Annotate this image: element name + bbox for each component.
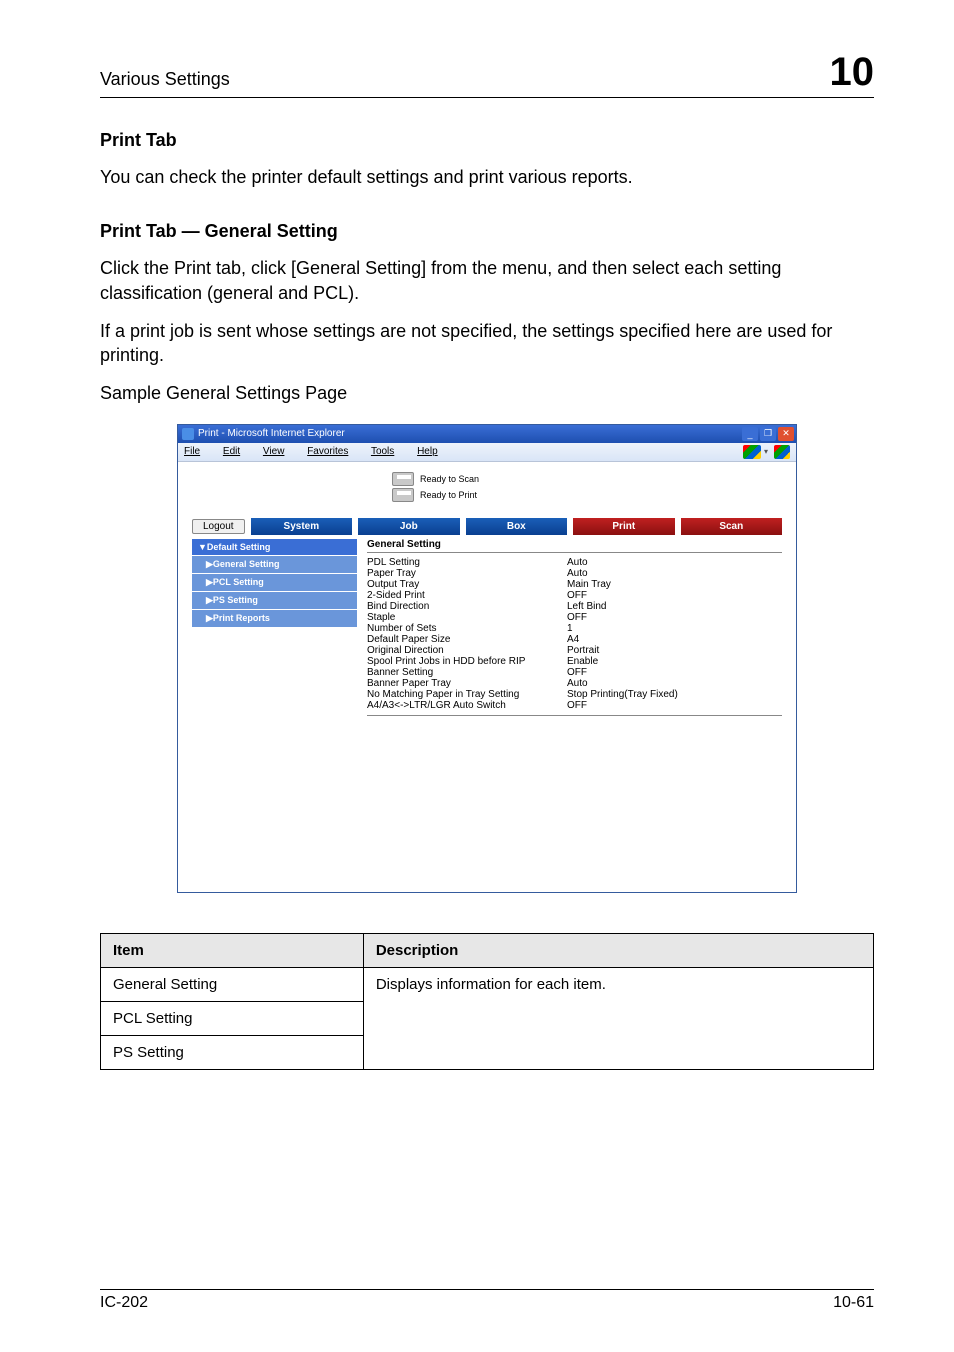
tab-print[interactable]: Print — [573, 518, 674, 535]
window-minimize-button[interactable]: _ — [742, 427, 758, 441]
label-paper-tray: Paper Tray — [367, 568, 567, 579]
label-pdl: PDL Setting — [367, 557, 567, 568]
label-output-tray: Output Tray — [367, 579, 567, 590]
value-paper-tray: Auto — [567, 568, 782, 579]
windows-flag-icon — [743, 445, 761, 459]
chapter-number: 10 — [830, 50, 875, 95]
printer-icon — [392, 488, 414, 502]
links-dropdown[interactable]: ▾ — [743, 445, 768, 459]
menubar: File Edit View Favorites Tools Help ▾ — [178, 443, 796, 462]
ie-icon — [182, 428, 194, 440]
menu-help[interactable]: Help — [417, 446, 448, 457]
value-staple: OFF — [567, 612, 782, 623]
text-general-p3: Sample General Settings Page — [100, 381, 874, 405]
label-2sided: 2-Sided Print — [367, 590, 567, 601]
cell-item-general: General Setting — [101, 967, 364, 1001]
sidebar-print-reports[interactable]: ▶Print Reports — [192, 610, 357, 627]
footer-left: IC-202 — [100, 1294, 148, 1312]
value-banner: OFF — [567, 667, 782, 678]
footer-right: 10-61 — [833, 1294, 874, 1312]
menu-favorites[interactable]: Favorites — [307, 446, 358, 457]
text-general-p1: Click the Print tab, click [General Sett… — [100, 256, 874, 305]
tab-system[interactable]: System — [251, 518, 352, 535]
label-numsets: Number of Sets — [367, 623, 567, 634]
label-defpaper: Default Paper Size — [367, 634, 567, 645]
value-numsets: 1 — [567, 623, 782, 634]
tab-scan[interactable]: Scan — [681, 518, 782, 535]
links-button[interactable] — [774, 445, 790, 459]
sidebar-general-setting[interactable]: ▶General Setting — [192, 556, 357, 573]
menu-file[interactable]: File — [184, 446, 210, 457]
sidebar-ps-setting[interactable]: ▶PS Setting — [192, 592, 357, 609]
value-2sided: OFF — [567, 590, 782, 601]
heading-print-tab: Print Tab — [100, 130, 874, 151]
value-autoswitch: OFF — [567, 700, 782, 711]
menu-view[interactable]: View — [263, 446, 295, 457]
page-header-title: Various Settings — [100, 69, 230, 90]
label-origdir: Original Direction — [367, 645, 567, 656]
cell-desc: Displays information for each item. — [363, 967, 873, 1069]
window-title: Print - Microsoft Internet Explorer — [198, 428, 345, 439]
window-close-button[interactable]: ✕ — [778, 427, 794, 441]
label-autoswitch: A4/A3<->LTR/LGR Auto Switch — [367, 700, 567, 711]
label-bind-dir: Bind Direction — [367, 601, 567, 612]
text-print-tab-body: You can check the printer default settin… — [100, 165, 874, 189]
sidebar-pcl-setting[interactable]: ▶PCL Setting — [192, 574, 357, 591]
value-pdl: Auto — [567, 557, 782, 568]
scanner-icon — [392, 472, 414, 486]
value-origdir: Portrait — [567, 645, 782, 656]
label-nomatch: No Matching Paper in Tray Setting — [367, 689, 567, 700]
menu-tools[interactable]: Tools — [371, 446, 404, 457]
status-ready-scan: Ready to Scan — [420, 474, 479, 484]
table-row: General Setting Displays information for… — [101, 967, 874, 1001]
value-spool: Enable — [567, 656, 782, 667]
heading-print-tab-general: Print Tab — General Setting — [100, 221, 874, 242]
cell-item-pcl: PCL Setting — [101, 1001, 364, 1035]
menu-edit[interactable]: Edit — [223, 446, 250, 457]
content-heading: General Setting — [367, 539, 782, 553]
screenshot-container: Print - Microsoft Internet Explorer _ ❐ … — [177, 424, 797, 893]
logout-button[interactable]: Logout — [192, 519, 245, 534]
tab-box[interactable]: Box — [466, 518, 567, 535]
sidebar-default-setting[interactable]: ▼Default Setting — [192, 539, 357, 555]
th-item: Item — [101, 933, 364, 967]
cell-item-ps: PS Setting — [101, 1035, 364, 1069]
label-banner: Banner Setting — [367, 667, 567, 678]
th-description: Description — [363, 933, 873, 967]
window-maximize-button[interactable]: ❐ — [760, 427, 776, 441]
tab-job[interactable]: Job — [358, 518, 459, 535]
value-output-tray: Main Tray — [567, 579, 782, 590]
value-defpaper: A4 — [567, 634, 782, 645]
label-spool: Spool Print Jobs in HDD before RIP — [367, 656, 567, 667]
label-banner-tray: Banner Paper Tray — [367, 678, 567, 689]
value-banner-tray: Auto — [567, 678, 782, 689]
value-nomatch: Stop Printing(Tray Fixed) — [567, 689, 782, 700]
label-staple: Staple — [367, 612, 567, 623]
window-titlebar: Print - Microsoft Internet Explorer _ ❐ … — [178, 425, 796, 443]
description-table: Item Description General Setting Display… — [100, 933, 874, 1070]
value-bind-dir: Left Bind — [567, 601, 782, 612]
status-ready-print: Ready to Print — [420, 490, 477, 500]
text-general-p2: If a print job is sent whose settings ar… — [100, 319, 874, 368]
